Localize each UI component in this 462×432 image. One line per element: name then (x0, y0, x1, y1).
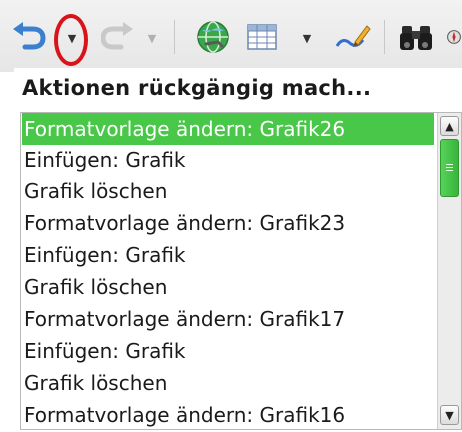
globe-icon (197, 21, 229, 53)
binoculars-icon (400, 26, 432, 50)
chevron-down-icon: ▼ (445, 408, 454, 422)
popup-title: Aktionen rückgängig mach... (22, 76, 372, 100)
undo-popup: Aktionen rückgängig mach... Formatvorlag… (14, 68, 462, 432)
standard-toolbar: ▼ ▼ ▼ (0, 0, 462, 72)
grip-line (446, 167, 453, 168)
list-item[interactable]: Einfügen: Grafik (22, 239, 434, 271)
chevron-up-icon: ▲ (445, 119, 454, 133)
redo-icon (101, 22, 133, 50)
list-item[interactable]: Grafik löschen (22, 175, 434, 207)
list-item[interactable]: Formatvorlage ändern: Grafik23 (22, 207, 434, 239)
table-dropdown-button[interactable]: ▼ (298, 26, 316, 50)
chevron-down-icon: ▼ (147, 31, 157, 45)
find-replace-button[interactable] (396, 20, 436, 54)
list-item[interactable]: Einfügen: Grafik (22, 144, 434, 176)
list-item[interactable]: Grafik löschen (22, 367, 434, 399)
undo-button[interactable] (10, 20, 48, 54)
scroll-down-button[interactable]: ▼ (440, 405, 459, 425)
redo-button[interactable] (100, 20, 136, 54)
vertical-scrollbar[interactable]: ▲ ▼ (437, 113, 461, 429)
pencil-icon (335, 25, 371, 47)
screenshot-root: ▼ ▼ ▼ Aktionen rückgängig mach... Format… (0, 0, 462, 432)
list-item[interactable]: Formatvorlage ändern: Grafik26 (22, 113, 434, 145)
compass-icon (447, 30, 461, 44)
list-item[interactable]: Formatvorlage ändern: Grafik16 (22, 399, 434, 429)
scroll-up-button[interactable]: ▲ (440, 116, 459, 136)
list-item[interactable]: Grafik löschen (22, 271, 434, 303)
list-item[interactable]: Formatvorlage ändern: Grafik17 (22, 303, 434, 335)
table-button[interactable] (244, 20, 280, 54)
highlight-circle (54, 14, 88, 66)
undo-icon (13, 22, 46, 50)
grip-line (446, 164, 453, 165)
table-icon (247, 24, 277, 50)
navigator-button[interactable] (446, 20, 462, 54)
undo-actions-list[interactable]: Formatvorlage ändern: Grafik26 Einfügen:… (20, 112, 462, 430)
draw-functions-button[interactable] (332, 20, 372, 54)
redo-dropdown-button[interactable]: ▼ (144, 26, 160, 50)
grip-line (446, 170, 453, 171)
hyperlink-button[interactable] (194, 18, 232, 56)
chevron-down-icon: ▼ (302, 31, 312, 45)
toolbar-separator (174, 20, 175, 54)
toolbar-separator (384, 20, 385, 54)
scrollbar-thumb[interactable] (440, 139, 459, 197)
list-item[interactable]: Einfügen: Grafik (22, 335, 434, 367)
